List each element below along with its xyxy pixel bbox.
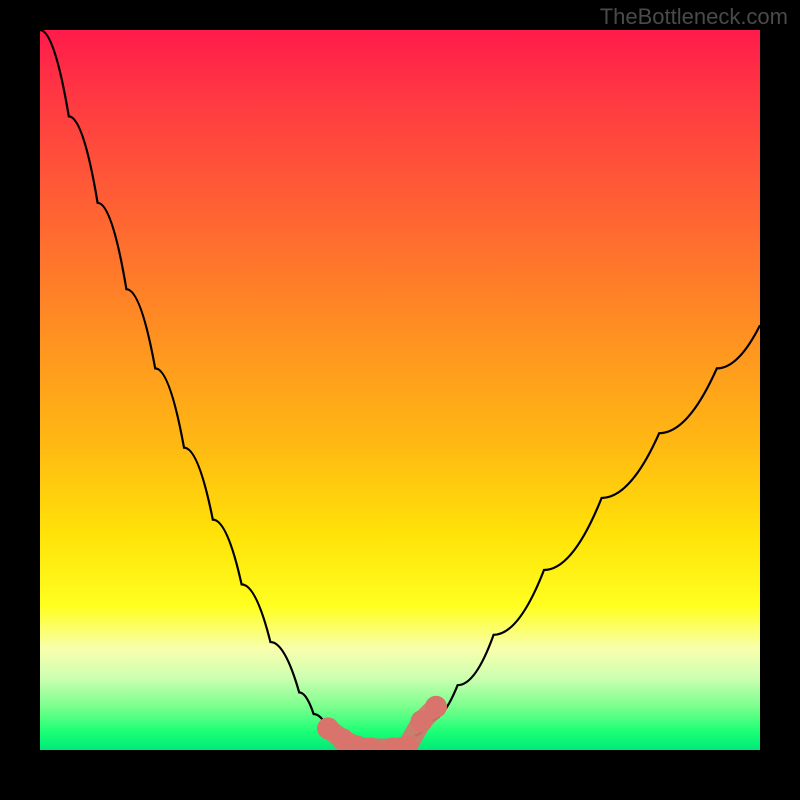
dot-marker [425,696,447,718]
watermark-text: TheBottleneck.com [600,4,788,30]
bottom-dot-band [317,696,447,750]
chart-svg [40,30,760,750]
right-curve [414,325,760,735]
left-curve [40,30,335,736]
chart-plot-area [40,30,760,750]
